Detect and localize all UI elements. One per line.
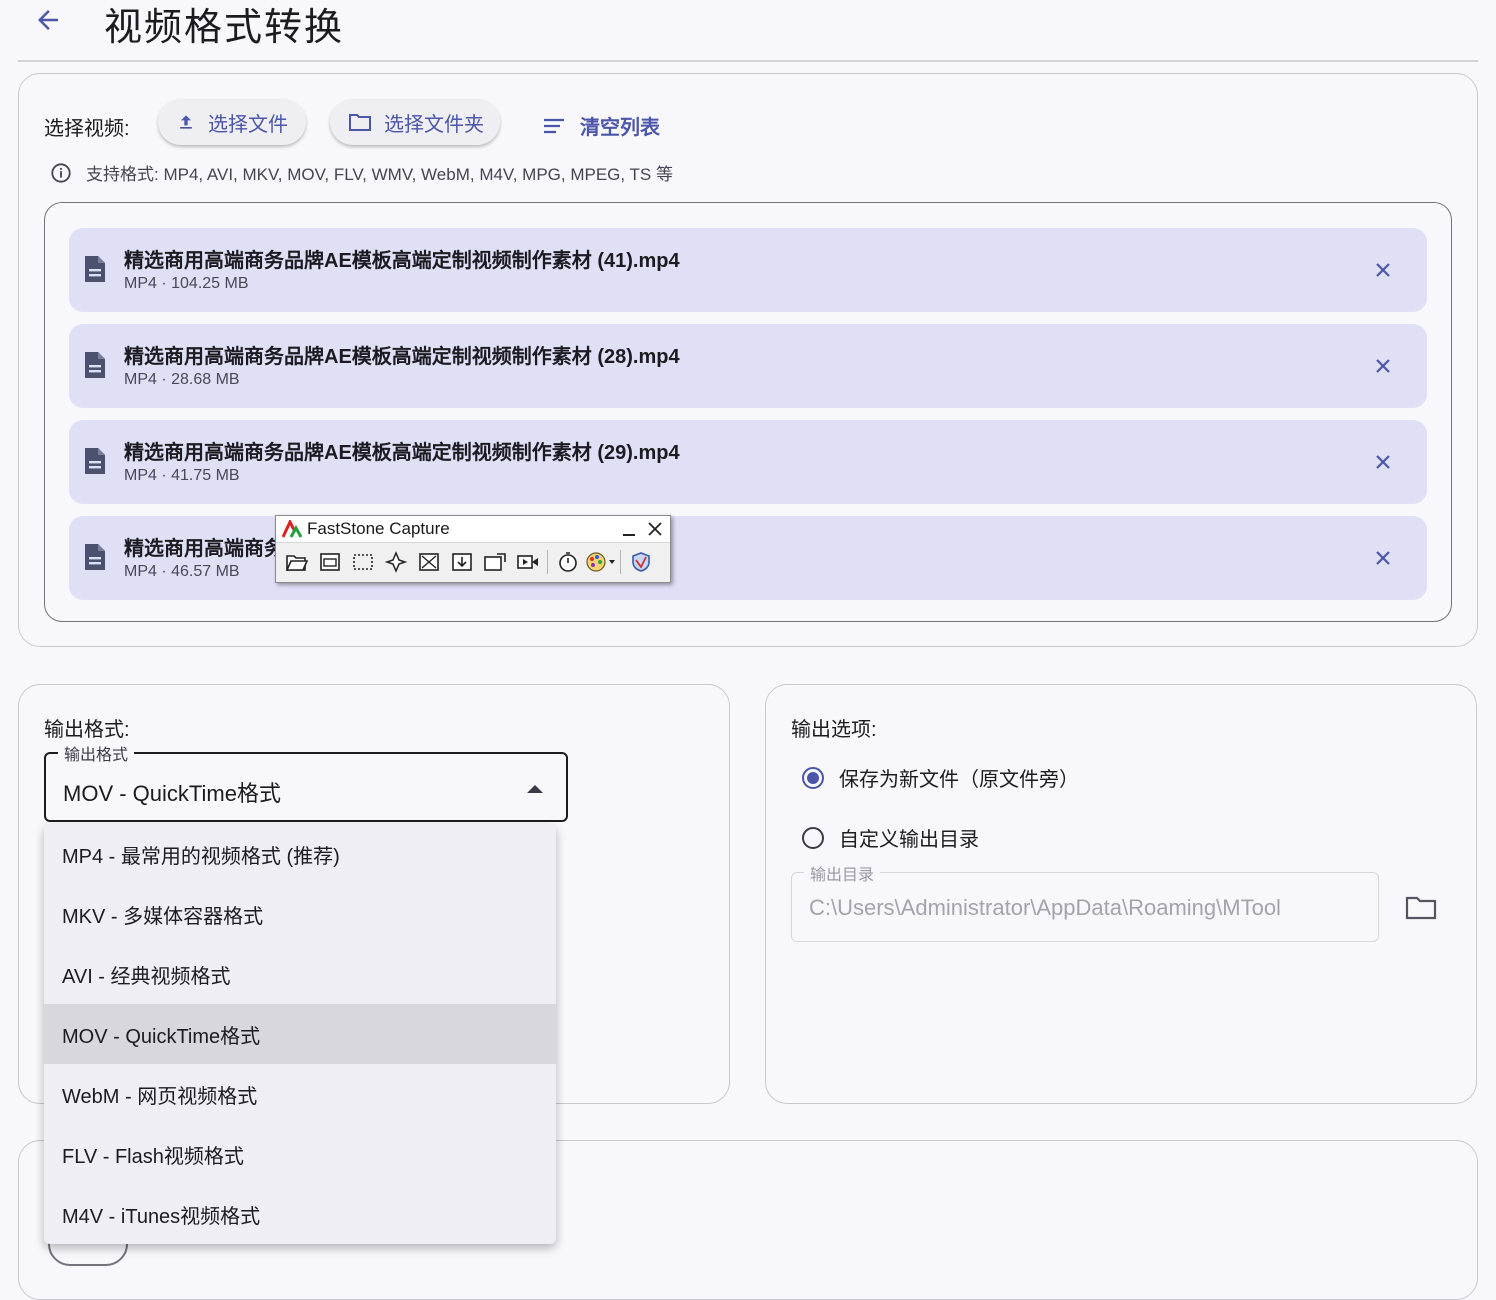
- close-button[interactable]: [648, 522, 662, 536]
- upload-icon: [176, 112, 196, 132]
- menu-item-avi[interactable]: AVI - 经典视频格式: [44, 944, 556, 1004]
- menu-item-mov[interactable]: MOV - QuickTime格式: [44, 1004, 556, 1064]
- open-file-icon[interactable]: [280, 548, 313, 576]
- select-folder-label: 选择文件夹: [384, 113, 484, 136]
- output-dir-value: C:\Users\Administrator\AppData\Roaming\M…: [809, 895, 1281, 920]
- output-dir-field: 输出目录 C:\Users\Administrator\AppData\Roam…: [791, 861, 1379, 942]
- output-format-select[interactable]: 输出格式 MOV - QuickTime格式: [44, 741, 568, 822]
- caret-up-icon: [527, 785, 543, 793]
- folder-icon: [348, 112, 372, 132]
- shield-icon[interactable]: [624, 548, 657, 576]
- radio-custom-dir-label: 自定义输出目录: [839, 829, 979, 851]
- close-icon: [1376, 551, 1390, 565]
- list-item[interactable]: 精选商用高端商务品牌AE模板高端定制视频制作素材 (28).mp4 MP4 · …: [69, 324, 1427, 408]
- page-title: 视频格式转换: [104, 7, 345, 49]
- radio-unchecked-icon: [802, 826, 824, 849]
- capture-fullscreen-icon[interactable]: [412, 548, 445, 576]
- clear-list-label: 清空列表: [580, 117, 660, 139]
- select-file-label: 选择文件: [208, 113, 288, 136]
- close-icon: [648, 522, 662, 536]
- menu-item-webm[interactable]: WebM - 网页视频格式: [44, 1064, 556, 1124]
- close-icon: [1376, 455, 1390, 469]
- file-name: 精选商用高端商务品牌AE模板高端定制视频制作素材 (28).mp4: [124, 346, 680, 368]
- color-settings-icon[interactable]: [584, 548, 617, 576]
- file-icon: [83, 254, 107, 289]
- file-meta: MP4 · 104.25 MB: [124, 275, 249, 292]
- remove-file-button[interactable]: [1371, 450, 1395, 474]
- faststone-capture-toolbar[interactable]: FastStone Capture: [275, 515, 671, 583]
- clear-list-icon: [542, 117, 566, 135]
- file-meta: MP4 · 41.75 MB: [124, 467, 240, 484]
- output-format-value: MOV - QuickTime格式: [63, 781, 281, 806]
- file-name: 精选商用高端商务品牌AE模板高端定制视频制作素材 (41).mp4: [124, 250, 680, 272]
- file-name: 精选商用高端商务: [124, 538, 284, 560]
- close-icon: [1376, 263, 1390, 277]
- remove-file-button[interactable]: [1371, 354, 1395, 378]
- list-item[interactable]: 精选商用高端商务 MP4 · 46.57 MB: [69, 516, 1427, 600]
- delay-timer-icon[interactable]: [551, 548, 584, 576]
- menu-item-mkv[interactable]: MKV - 多媒体容器格式: [44, 884, 556, 944]
- menu-item-m4v[interactable]: M4V - iTunes视频格式: [44, 1184, 556, 1244]
- select-folder-button[interactable]: 选择文件夹: [330, 99, 500, 145]
- back-button[interactable]: [30, 2, 66, 38]
- radio-new-file-label: 保存为新文件（原文件旁）: [839, 769, 1079, 791]
- capture-fixed-region-icon[interactable]: [478, 548, 511, 576]
- arrow-left-icon: [38, 10, 58, 30]
- file-icon: [83, 446, 107, 481]
- list-item[interactable]: 精选商用高端商务品牌AE模板高端定制视频制作素材 (29).mp4 MP4 · …: [69, 420, 1427, 504]
- capture-window-icon[interactable]: [313, 548, 346, 576]
- radio-checked-icon: [802, 766, 824, 789]
- faststone-titlebar[interactable]: FastStone Capture: [276, 516, 670, 543]
- clear-list-button[interactable]: 清空列表: [542, 111, 660, 140]
- header-divider: [18, 60, 1478, 62]
- capture-rectangle-icon[interactable]: [346, 548, 379, 576]
- select-file-button[interactable]: 选择文件: [158, 99, 306, 145]
- file-meta: MP4 · 46.57 MB: [124, 563, 240, 580]
- capture-freehand-icon[interactable]: [379, 548, 412, 576]
- folder-icon: [1405, 896, 1437, 920]
- file-name: 精选商用高端商务品牌AE模板高端定制视频制作素材 (29).mp4: [124, 442, 680, 464]
- output-format-label: 输出格式:: [44, 719, 130, 741]
- browse-dir-button[interactable]: [1404, 893, 1438, 923]
- info-icon: [50, 162, 72, 184]
- menu-item-mp4[interactable]: MP4 - 最常用的视频格式 (推荐): [44, 824, 556, 884]
- file-icon: [83, 542, 107, 577]
- screen-recorder-icon[interactable]: [511, 548, 544, 576]
- minimize-button[interactable]: [622, 524, 636, 536]
- file-list: 精选商用高端商务品牌AE模板高端定制视频制作素材 (41).mp4 MP4 · …: [44, 202, 1452, 622]
- minimize-icon: [623, 534, 635, 536]
- radio-custom-dir[interactable]: 自定义输出目录: [802, 823, 979, 852]
- select-video-label: 选择视频:: [44, 118, 130, 140]
- toolbar-separator: [547, 550, 548, 574]
- output-format-legend: 输出格式: [58, 741, 135, 765]
- remove-file-button[interactable]: [1371, 258, 1395, 282]
- file-icon: [83, 350, 107, 385]
- supported-formats-text: 支持格式: MP4, AVI, MKV, MOV, FLV, WMV, WebM…: [86, 165, 673, 184]
- output-dir-legend: 输出目录: [804, 861, 881, 885]
- output-options-label: 输出选项:: [791, 719, 877, 741]
- output-format-menu: MP4 - 最常用的视频格式 (推荐) MKV - 多媒体容器格式 AVI - …: [44, 824, 556, 1244]
- toolbar-separator: [620, 550, 621, 574]
- close-icon: [1376, 359, 1390, 373]
- remove-file-button[interactable]: [1371, 546, 1395, 570]
- supported-formats-hint: 支持格式: MP4, AVI, MKV, MOV, FLV, WMV, WebM…: [50, 160, 673, 185]
- faststone-tools: [280, 548, 657, 576]
- capture-scrolling-icon[interactable]: [445, 548, 478, 576]
- faststone-title: FastStone Capture: [307, 519, 450, 538]
- file-meta: MP4 · 28.68 MB: [124, 371, 240, 388]
- radio-new-file[interactable]: 保存为新文件（原文件旁）: [802, 763, 1079, 792]
- list-item[interactable]: 精选商用高端商务品牌AE模板高端定制视频制作素材 (41).mp4 MP4 · …: [69, 228, 1427, 312]
- menu-item-flv[interactable]: FLV - Flash视频格式: [44, 1124, 556, 1184]
- faststone-logo-icon: [282, 520, 302, 538]
